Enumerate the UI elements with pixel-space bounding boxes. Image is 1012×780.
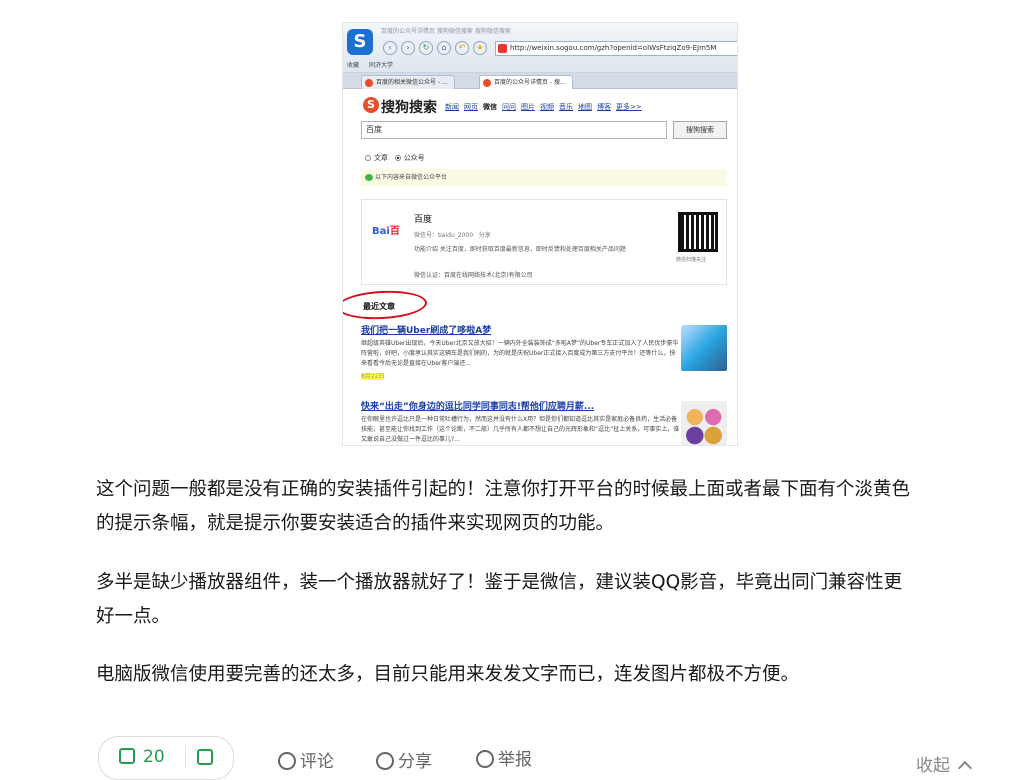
article-thumbnail-faces[interactable] <box>681 401 727 445</box>
like-button[interactable]: 20 <box>119 747 165 767</box>
report-label: 举报 <box>498 750 532 770</box>
comment-button[interactable]: 评论 <box>278 747 334 772</box>
article-title[interactable]: 快来“出走”你身边的逗比同学同事同志!帮他们应聘月薪... <box>361 399 681 412</box>
qr-caption: 微信扫描关注 <box>676 257 707 263</box>
search-button[interactable]: 搜狗搜索 <box>673 121 727 139</box>
address-text: http://weixin.sogou.com/gzh?openid=oIWsF… <box>510 44 717 52</box>
share-link[interactable]: 分享 <box>479 232 491 239</box>
forward-icon[interactable]: › <box>401 41 415 55</box>
radio-article[interactable] <box>365 155 371 161</box>
share-icon <box>376 752 394 770</box>
share-button[interactable]: 分享 <box>376 747 432 772</box>
vote-divider <box>185 745 186 769</box>
baidu-logo-icon: Bai百 <box>372 226 400 237</box>
nav-web[interactable]: 网页 <box>464 103 478 111</box>
like-count: 20 <box>143 747 165 767</box>
nav-wenwen[interactable]: 问问 <box>502 103 516 111</box>
sogou-browser-logo-icon: S <box>347 29 373 55</box>
article-item: 快来“出走”你身边的逗比同学同事同志!帮他们应聘月薪... 在你眼里也许逗比只是… <box>361 399 681 445</box>
radio-account-label: 公众号 <box>403 154 425 162</box>
account-name[interactable]: 百度 <box>414 212 432 225</box>
qr-code-icon <box>678 212 718 252</box>
nav-images[interactable]: 图片 <box>521 103 535 111</box>
share-label: 分享 <box>398 752 432 772</box>
search-type-radios: 文章 公众号 <box>365 153 425 163</box>
article-date: 8月22日 <box>361 373 385 380</box>
comment-icon <box>278 752 296 770</box>
comment-label: 评论 <box>300 752 334 772</box>
embedded-screenshot: S 百度的公众号详情页 搜狗微信搜索 搜狗微信搜索 ‹ › ↻ ⌂ ↶ ★ ht… <box>342 22 738 446</box>
tab-label: 百度的公众号详情页 - 搜... <box>494 79 566 86</box>
sogou-logo-text: 搜狗搜索 <box>381 100 437 116</box>
collapse-button[interactable]: 收起 <box>916 751 973 776</box>
browser-tabs: 百度的相关微信公众号 - ... 百度的公众号详情页 - 搜... <box>343 73 737 89</box>
address-bar[interactable]: http://weixin.sogou.com/gzh?openid=oIWsF… <box>495 41 737 56</box>
site-favicon-icon <box>498 44 507 53</box>
chevron-up-icon <box>957 760 973 776</box>
nav-weixin[interactable]: 微信 <box>483 103 497 111</box>
tab-label: 百度的相关微信公众号 - ... <box>376 79 448 86</box>
bookmark-tongji[interactable]: 同济大学 <box>369 62 393 69</box>
wechat-notice-bar: 以下内容来自微信公众平台 <box>361 169 727 187</box>
sogou-s-icon: S <box>363 97 379 113</box>
radio-account[interactable] <box>394 155 401 161</box>
sogou-tab-icon <box>365 79 373 87</box>
nav-music[interactable]: 音乐 <box>559 103 573 111</box>
answer-paragraph-line: 好一点。 <box>96 606 171 627</box>
quick-menu: 百度的公众号详情页 搜狗微信搜索 搜狗微信搜索 <box>381 28 511 35</box>
answer-paragraph-line: 这个问题一般都是没有正确的安装插件引起的！注意你打开平台的时候最上面或者最下面有… <box>96 479 911 500</box>
account-id-text: 微信号：baidu_2000 <box>414 232 474 239</box>
account-intro: 功能介绍 关注百度，即时获取百度最新信息，即时反馈和处理百度相关产品问题 <box>414 246 626 253</box>
nav-news[interactable]: 新闻 <box>445 103 459 111</box>
tab-related-accounts[interactable]: 百度的相关微信公众号 - ... <box>361 75 455 89</box>
radio-article-label: 文章 <box>374 154 388 162</box>
bookmark-bar: 收藏 同济大学 <box>347 60 401 69</box>
back-icon[interactable]: ‹ <box>383 41 397 55</box>
answer-paragraph-line: 电脑版微信使用要完善的还太多，目前只能用来发发文字而已，连发图片都极不方便。 <box>96 664 800 685</box>
nav-more[interactable]: 更多>> <box>616 103 642 111</box>
account-id: 微信号：baidu_2000 分享 <box>414 230 491 239</box>
answer-paragraph-line: 的提示条幅，就是提示你要安装适合的插件来实现网页的功能。 <box>96 513 615 534</box>
wechat-icon <box>365 174 373 181</box>
bookmark-favorites[interactable]: 收藏 <box>347 62 359 69</box>
recent-articles-label: 最近文章 <box>363 302 395 311</box>
sogou-logo: S 搜狗搜索 <box>363 97 437 117</box>
thumbs-down-icon[interactable] <box>197 749 213 765</box>
collapse-label: 收起 <box>916 756 950 776</box>
article-body: 继超级英雄Uber出现后，今天Uber北京又放大招！一辆内外全装装饰成“多啦A梦… <box>361 340 679 367</box>
refresh-icon[interactable]: ↻ <box>419 41 433 55</box>
article-thumbnail-car[interactable] <box>681 325 727 371</box>
home-icon[interactable]: ⌂ <box>437 41 451 55</box>
article-body: 在你眼里也许逗比只是一种日常吐槽行为，然而这并没有什么X用？但是你们都知道逗比其… <box>361 416 680 443</box>
tab-account-detail[interactable]: 百度的公众号详情页 - 搜... <box>479 75 573 89</box>
vote-bar: 20 <box>98 736 234 780</box>
account-card: Bai百 百度 微信号：baidu_2000 分享 功能介绍 关注百度，即时获取… <box>361 199 727 285</box>
article-title[interactable]: 我们把一辆Uber刷成了哆啦A梦 <box>361 323 681 336</box>
notice-text: 以下内容来自微信公众平台 <box>375 174 448 181</box>
report-button[interactable]: 举报 <box>476 745 532 770</box>
search-input[interactable]: 百度 <box>361 121 667 139</box>
sogou-nav: 新闻 网页 微信 问问 图片 视频 音乐 地图 博客 更多>> <box>445 102 647 112</box>
nav-map[interactable]: 地图 <box>578 103 592 111</box>
thumbs-up-icon <box>119 748 135 764</box>
report-icon <box>476 750 494 768</box>
undo-icon[interactable]: ↶ <box>455 41 469 55</box>
sogou-tab-icon <box>483 79 491 87</box>
answer-paragraph-line: 多半是缺少播放器组件，装一个播放器就好了！鉴于是微信，建议装QQ影音，毕竟出同门… <box>96 572 903 593</box>
star-icon[interactable]: ★ <box>473 41 487 55</box>
nav-blog[interactable]: 博客 <box>597 103 611 111</box>
browser-toolbar: S 百度的公众号详情页 搜狗微信搜索 搜狗微信搜索 ‹ › ↻ ⌂ ↶ ★ ht… <box>343 23 737 73</box>
account-auth: 微信认证：百度在线网络技术(北京)有限公司 <box>414 272 533 279</box>
article-item: 我们把一辆Uber刷成了哆啦A梦 继超级英雄Uber出现后，今天Uber北京又放… <box>361 323 681 380</box>
nav-video[interactable]: 视频 <box>540 103 554 111</box>
